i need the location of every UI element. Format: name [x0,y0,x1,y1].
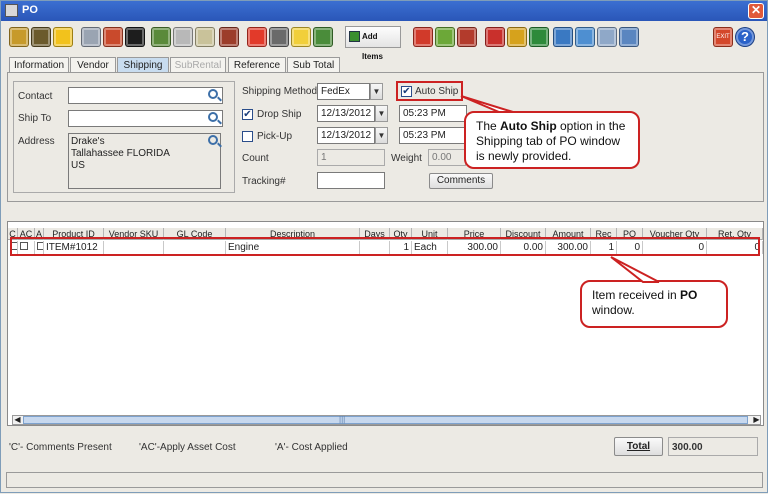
app-icon [5,4,18,17]
auto-ship-label: Auto Ship [415,86,459,97]
pickup-time-input[interactable]: 05:23 PM [399,127,467,144]
reset-icon[interactable] [219,27,239,47]
address-search-icon[interactable] [208,135,218,145]
drop-ship-date-input[interactable]: 12/13/2012 [317,105,375,122]
address-box: Drake's Tallahassee FLORIDA US [68,133,221,189]
drop-ship-checkbox[interactable]: ✔ [242,109,253,120]
truck-icon[interactable] [457,27,477,47]
item-received-callout: Item received in PO window. [580,280,728,328]
callout-text-b: Auto Ship [500,119,557,133]
grid-add-icon[interactable] [151,27,171,47]
toolbar: Add Items EXIT? [7,25,763,61]
scroll-left-icon[interactable]: ◀ [13,415,22,424]
total-value: 300.00 [668,437,758,456]
checklist-icon[interactable] [435,27,455,47]
callout2-text-b: PO [680,288,698,302]
shipping-method-chevron-down-icon[interactable]: ▼ [370,83,383,100]
coins-icon[interactable] [269,27,289,47]
tag-icon[interactable] [103,27,123,47]
tab-reference[interactable]: Reference [228,57,286,73]
window-title: PO [22,4,38,16]
help-icon[interactable]: ? [735,27,755,47]
box-icon[interactable] [413,27,433,47]
title-bar: PO ✕ [1,1,767,21]
status-bar [6,472,763,488]
count-field: 1 [317,149,385,166]
weight-label: Weight [391,153,422,164]
dome-icon[interactable] [173,27,193,47]
save-icon[interactable] [9,27,29,47]
auto-ship-callout: The Auto Ship option in the Shipping tab… [464,111,640,169]
address-line-2: Tallahassee FLORIDA [71,148,170,159]
address-label: Address [18,136,55,147]
legend-c: 'C'- Comments Present [9,442,112,453]
tracking-input[interactable] [317,172,385,189]
legend-a: 'A'- Cost Applied [275,442,348,453]
ship-to-input[interactable] [68,110,223,127]
item-row-highlight [10,237,760,256]
count-label: Count [242,153,269,164]
ship-to-search-icon[interactable] [208,112,218,122]
tab-subrental: SubRental [170,57,226,73]
delete-icon[interactable] [247,27,267,47]
add-items-label: Add Items [362,32,383,61]
comments-button[interactable]: Comments [429,173,493,189]
approve-icon[interactable] [529,27,549,47]
disk-icon[interactable] [53,27,73,47]
tab-shipping[interactable]: Shipping [117,57,169,73]
link-icon[interactable] [81,27,101,47]
pickup-label: Pick-Up [257,131,293,142]
exit-button[interactable]: EXIT [713,27,733,47]
transfer-icon[interactable] [313,27,333,47]
address-line-3: US [71,160,85,171]
footer-bar: 'C'- Comments Present 'AC'-Apply Asset C… [7,435,764,457]
contact-input[interactable] [68,87,223,104]
ship-to-label: Ship To [18,113,52,124]
drop-ship-label: Drop Ship [257,109,302,120]
add-items-icon [349,31,360,42]
shipping-method-select[interactable]: FedEx [317,83,370,100]
tab-vendor[interactable]: Vendor [70,57,116,73]
print-icon[interactable] [31,27,51,47]
tracking-label: Tracking# [242,176,286,187]
drop-ship-time-input[interactable]: 05:23 PM [399,105,467,122]
weight-field: 0.00 [428,149,466,166]
pickup-date-input[interactable]: 12/13/2012 [317,127,375,144]
callout-text-a: The [476,119,501,133]
upload-icon[interactable] [575,27,595,47]
doc-check-icon[interactable] [553,27,573,47]
legend-ac: 'AC'-Apply Asset Cost [139,442,236,453]
po-window: PO ✕ Add Items EXIT? Information Vendor S… [0,0,768,493]
scroll-right-icon[interactable]: ▶ [752,415,761,424]
horizontal-scrollbar[interactable]: ◀ ||| ▶ [12,415,761,425]
scroll-thumb[interactable] [23,416,748,424]
sum-icon[interactable] [125,27,145,47]
tab-sub-total[interactable]: Sub Total [287,57,340,73]
address-line-1: Drake's [71,136,105,147]
add-items-button[interactable]: Add Items [345,26,401,61]
shipping-panel: Contact Ship To Address Drake's Tallahas… [7,72,764,202]
callout2-text-a: Item received in [592,288,681,302]
gear-icon[interactable] [195,27,215,47]
close-button[interactable]: ✕ [748,3,764,19]
edit-icon[interactable] [291,27,311,47]
pickup-date-chevron-down-icon[interactable]: ▼ [375,127,388,144]
cancel-doc-icon[interactable] [619,27,639,47]
contact-search-icon[interactable] [208,89,218,99]
tab-information[interactable]: Information [9,57,69,73]
shipping-method-label: Shipping Method [242,86,318,97]
drop-ship-date-chevron-down-icon[interactable]: ▼ [375,105,388,122]
clipboard-icon[interactable] [485,27,505,47]
mail-print-icon[interactable] [597,27,617,47]
contact-label: Contact [18,91,53,102]
scroll-grip: ||| [339,415,346,424]
total-button[interactable]: Total [614,437,663,456]
callout2-text-c: window. [592,303,635,317]
notes-icon[interactable] [507,27,527,47]
pickup-checkbox[interactable] [242,131,253,142]
auto-ship-checkbox[interactable]: ✔ [401,86,412,97]
